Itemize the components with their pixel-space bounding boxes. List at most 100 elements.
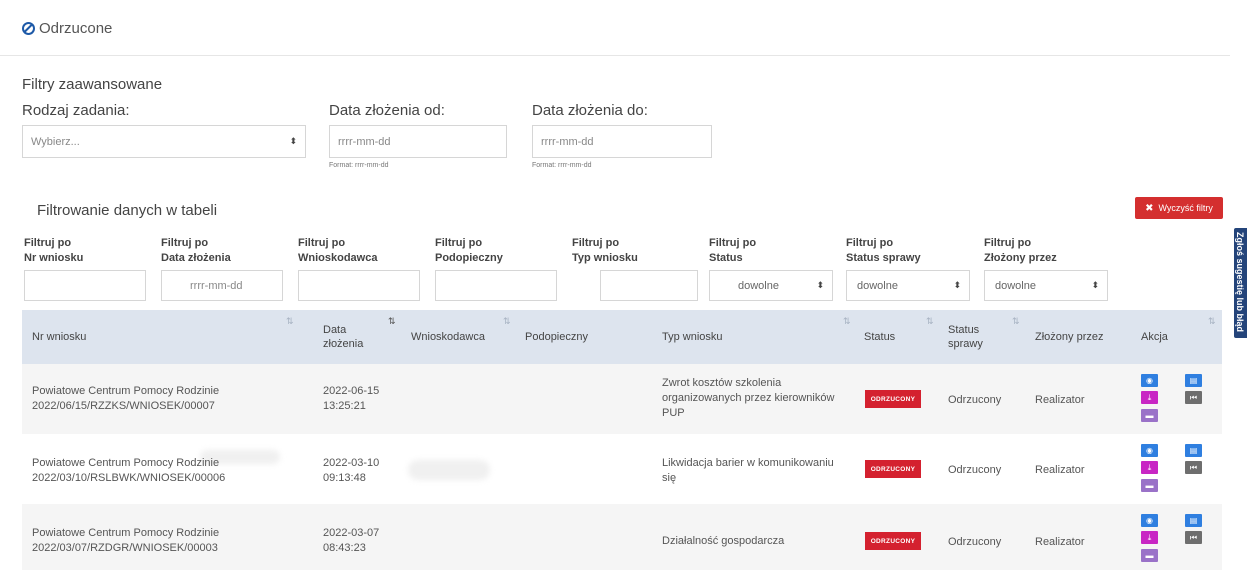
filter-type-input[interactable]: [600, 270, 698, 301]
cell-line: 13:25:21: [323, 400, 366, 412]
advanced-filters-title: Filtry zaawansowane: [22, 76, 163, 93]
sort-icon[interactable]: ⇅: [1208, 316, 1216, 327]
sort-icon[interactable]: ⇅: [503, 316, 511, 327]
th-ward[interactable]: Podopieczny: [525, 330, 588, 344]
filter-label-line: Filtruj po: [24, 237, 72, 249]
cell-case-status: Odrzucony: [948, 536, 1002, 548]
task-type-value: Wybierz...: [31, 135, 80, 148]
th-date-line: Data: [323, 324, 347, 336]
cell-line: PUP: [662, 407, 685, 419]
sort-icon[interactable]: ⇅: [1012, 316, 1020, 327]
cell-line: Likwidacja barier w komunikowaniu: [662, 457, 834, 469]
select-arrows-icon: ⬍: [816, 280, 824, 290]
table-filters-title: Filtrowanie danych w tabeli: [37, 202, 218, 219]
cell-nr: Powiatowe Centrum Pomocy Rodzinie 2022/0…: [32, 384, 219, 414]
cell-case-status: Odrzucony: [948, 394, 1002, 406]
filter-status-select[interactable]: dowolne ⬍: [709, 270, 833, 301]
download-icon[interactable]: ⤓: [1141, 531, 1158, 544]
filter-applicant-input[interactable]: [298, 270, 420, 301]
date-to-placeholder: rrrr-mm-dd: [541, 135, 594, 148]
download-icon[interactable]: ⤓: [1141, 461, 1158, 474]
cell-line: 08:43:23: [323, 542, 366, 554]
list-icon[interactable]: ▤: [1185, 444, 1202, 457]
date-from-placeholder: rrrr-mm-dd: [338, 135, 391, 148]
fast-backward-icon[interactable]: ⏮: [1185, 531, 1202, 544]
th-applicant[interactable]: Wnioskodawca: [411, 330, 485, 344]
feedback-side-tab[interactable]: Zgłoś sugestię lub błąd: [1234, 228, 1247, 338]
filter-label-type: Filtruj po Typ wniosku: [572, 236, 638, 266]
th-date[interactable]: Data złożenia: [323, 323, 363, 351]
cell-submitted-by: Realizator: [1035, 464, 1085, 476]
cell-line: Zwrot kosztów szkolenia: [662, 377, 782, 389]
filter-label-line: Filtruj po: [984, 237, 1032, 249]
filter-nr-input[interactable]: [24, 270, 146, 301]
filter-label-line: Filtruj po: [846, 237, 894, 249]
filter-label-line: Filtruj po: [435, 237, 483, 249]
times-icon: ✖: [1145, 202, 1154, 214]
cell-nr: Powiatowe Centrum Pomocy Rodzinie 2022/0…: [32, 456, 225, 486]
cell-line: Powiatowe Centrum Pomocy Rodzinie: [32, 527, 220, 539]
date-to-hint: Format: rrrr-mm-dd: [532, 162, 592, 169]
eye-icon[interactable]: ◉: [1141, 514, 1158, 527]
filter-ward-input[interactable]: [435, 270, 557, 301]
filter-label-line: Status: [709, 252, 743, 264]
th-case-status[interactable]: Status sprawy: [948, 323, 983, 351]
filter-case-status-select[interactable]: dowolne ⬍: [846, 270, 970, 301]
download-icon[interactable]: ⤓: [1141, 391, 1158, 404]
sort-desc-icon[interactable]: ⇅: [388, 316, 396, 327]
list-icon[interactable]: ▤: [1185, 374, 1202, 387]
cell-line: Powiatowe Centrum Pomocy Rodzinie: [32, 385, 220, 397]
archive-icon[interactable]: ▬: [1141, 409, 1158, 422]
th-case-line: Status: [948, 324, 980, 336]
fast-backward-icon[interactable]: ⏮: [1185, 461, 1202, 474]
status-badge: ODRZUCONY: [865, 390, 921, 408]
cell-date: 2022-03-10 09:13:48: [323, 456, 379, 486]
task-type-select[interactable]: Wybierz... ⬍: [22, 125, 306, 158]
filter-case-status-value: dowolne: [857, 279, 898, 292]
date-from-input[interactable]: rrrr-mm-dd: [329, 125, 507, 158]
cell-line: Powiatowe Centrum Pomocy Rodzinie: [32, 457, 220, 469]
filter-submitted-by-value: dowolne: [995, 279, 1036, 292]
cell-line: 09:13:48: [323, 472, 366, 484]
date-from-hint: Format: rrrr-mm-dd: [329, 162, 389, 169]
page-title: Odrzucone: [22, 20, 112, 37]
sort-icon[interactable]: ⇅: [843, 316, 851, 327]
feedback-side-tab-label: Zgłoś sugestię lub błąd: [1235, 232, 1245, 333]
cell-case-status: Odrzucony: [948, 464, 1002, 476]
sort-icon[interactable]: ⇅: [926, 316, 934, 327]
filter-submitted-by-select[interactable]: dowolne ⬍: [984, 270, 1108, 301]
cell-line: 2022-06-15: [323, 385, 380, 397]
eye-icon[interactable]: ◉: [1141, 374, 1158, 387]
cell-type: Zwrot kosztów szkolenia organizowanych p…: [662, 376, 834, 421]
list-icon[interactable]: ▤: [1185, 514, 1202, 527]
clear-filters-button[interactable]: ✖ Wyczyść filtry: [1135, 197, 1223, 219]
filter-date-placeholder: rrrr-mm-dd: [190, 279, 243, 292]
th-nr[interactable]: Nr wniosku: [32, 330, 86, 344]
filter-status-value: dowolne: [738, 279, 779, 292]
cell-type: Działalność gospodarcza: [662, 534, 784, 549]
filter-label-line: Wnioskodawca: [298, 252, 378, 264]
filter-label-line: Filtruj po: [161, 237, 209, 249]
page-title-text: Odrzucone: [39, 20, 113, 37]
th-type[interactable]: Typ wniosku: [662, 330, 723, 344]
cell-submitted-by: Realizator: [1035, 536, 1085, 548]
th-submitted-by[interactable]: Złożony przez: [1035, 330, 1103, 344]
filter-date-input[interactable]: rrrr-mm-dd: [161, 270, 283, 301]
eye-icon[interactable]: ◉: [1141, 444, 1158, 457]
archive-icon[interactable]: ▬: [1141, 479, 1158, 492]
filter-label-line: Data złożenia: [161, 252, 231, 264]
sort-icon[interactable]: ⇅: [286, 316, 294, 327]
select-arrows-icon: ⬍: [953, 280, 961, 290]
cell-line: 2022-03-07: [323, 527, 380, 539]
fast-backward-icon[interactable]: ⏮: [1185, 391, 1202, 404]
filter-label-ward: Filtruj po Podopieczny: [435, 236, 503, 266]
archive-icon[interactable]: ▬: [1141, 549, 1158, 562]
th-status[interactable]: Status: [864, 330, 895, 344]
ban-icon: [22, 22, 35, 35]
cell-line: Działalność gospodarcza: [662, 535, 785, 547]
cell-line: 2022-03-10: [323, 457, 380, 469]
select-arrows-icon: ⬍: [1091, 280, 1099, 290]
date-to-input[interactable]: rrrr-mm-dd: [532, 125, 712, 158]
redacted-blur: [408, 460, 490, 480]
filter-label-line: Złożony przez: [984, 252, 1057, 264]
